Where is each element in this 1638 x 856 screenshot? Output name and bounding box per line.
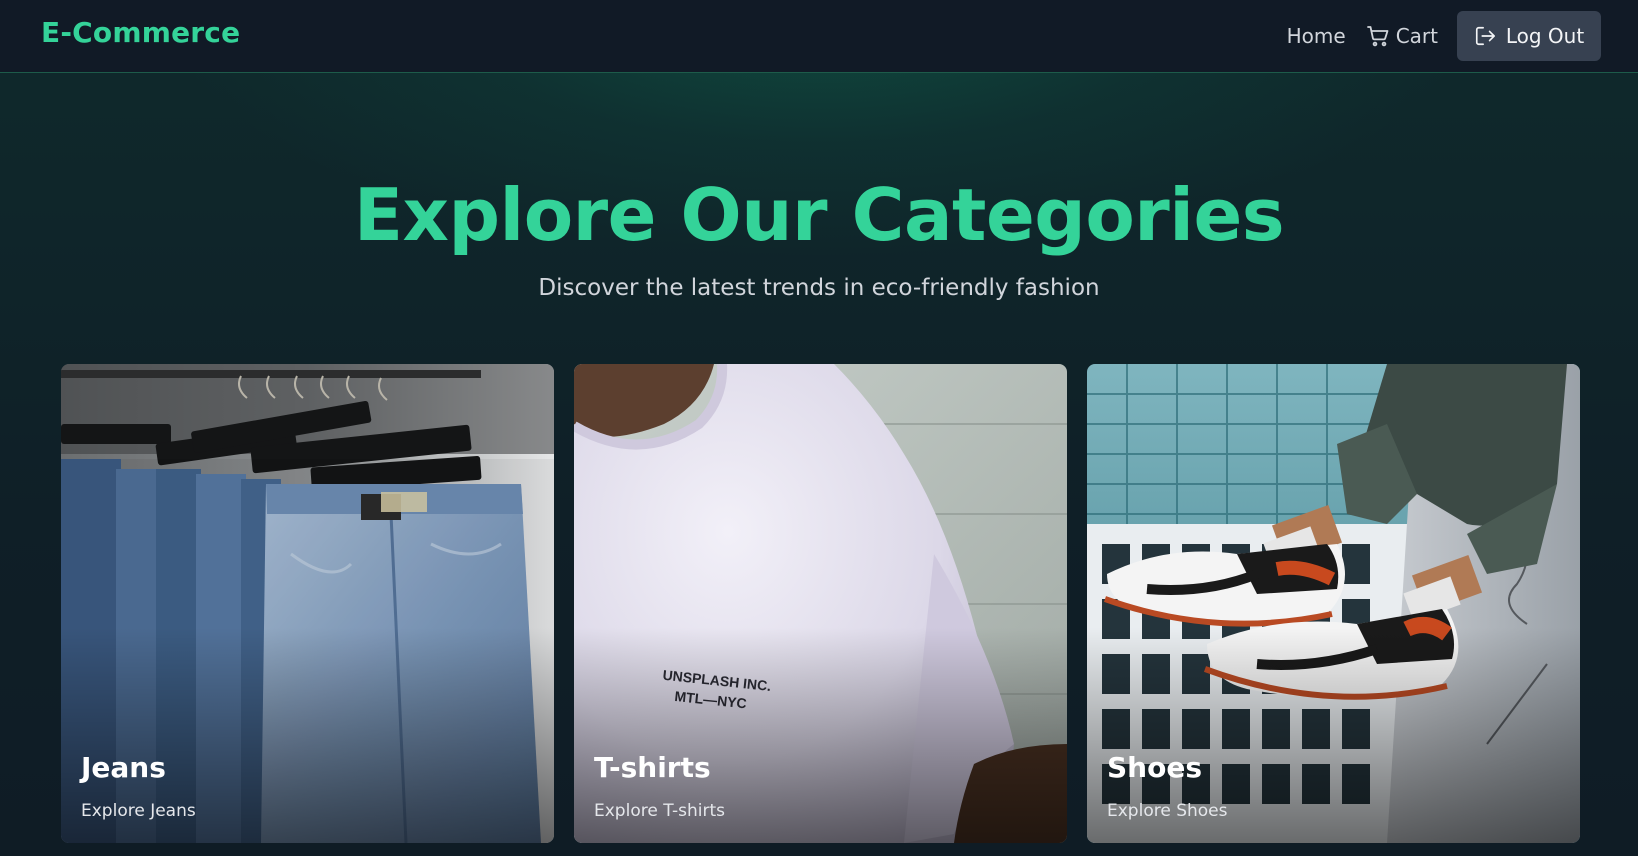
log-out-icon (1474, 25, 1496, 47)
nav-cart-link[interactable]: Cart (1366, 24, 1438, 48)
category-link-tshirts[interactable]: Explore T-shirts (594, 800, 725, 822)
category-title-jeans: Jeans (81, 751, 166, 784)
category-link-shoes[interactable]: Explore Shoes (1107, 800, 1227, 822)
page-subtitle: Discover the latest trends in eco-friend… (538, 275, 1100, 301)
nav-links: Home Cart Log Out (1287, 0, 1638, 72)
category-card-jeans[interactable]: Jeans Explore Jeans (61, 364, 554, 843)
category-card-tshirts[interactable]: UNSPLASH INC. MTL—NYC T-shirts Explore T… (574, 364, 1067, 843)
log-out-label: Log Out (1505, 24, 1585, 48)
category-link-jeans[interactable]: Explore Jeans (81, 800, 196, 822)
category-card-shoes[interactable]: Shoes Explore Shoes (1087, 364, 1580, 843)
brand-logo-link[interactable]: E-Commerce (41, 16, 240, 49)
nav-home-link[interactable]: Home (1287, 24, 1346, 48)
nav-cart-label: Cart (1395, 24, 1438, 48)
page: E-Commerce Home Cart Log Out Explore Our… (0, 0, 1638, 856)
page-title: Explore Our Categories (353, 173, 1285, 257)
category-title-tshirts: T-shirts (594, 751, 711, 784)
top-navbar: E-Commerce Home Cart Log Out (0, 0, 1638, 73)
shopping-cart-icon (1366, 24, 1390, 48)
category-title-shoes: Shoes (1107, 751, 1202, 784)
log-out-button[interactable]: Log Out (1457, 11, 1601, 61)
